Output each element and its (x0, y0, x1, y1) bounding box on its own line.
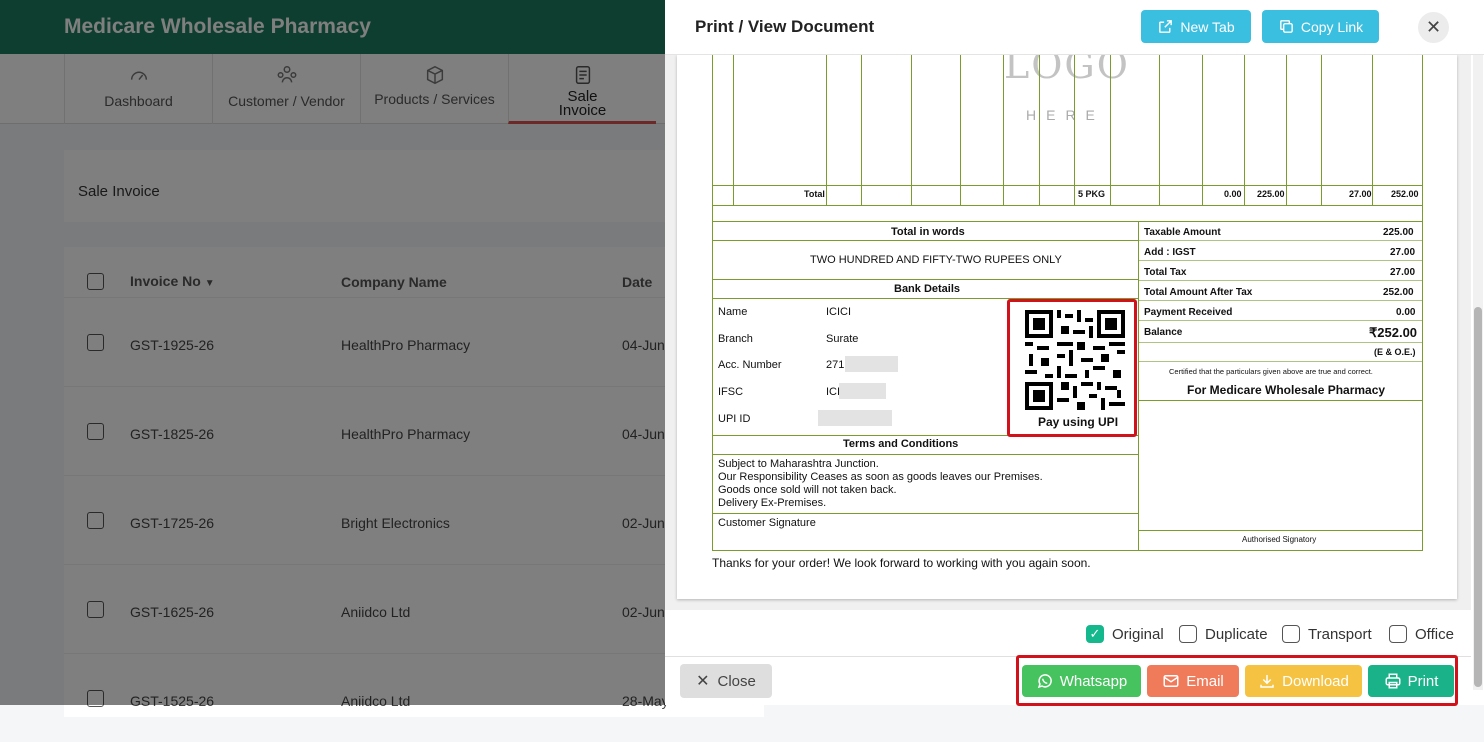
option-label: Transport (1308, 625, 1372, 643)
option-office[interactable]: Office (1389, 625, 1454, 643)
logo-placeholder: LOGO (1004, 55, 1130, 87)
ifsc-label: IFSC (718, 386, 744, 398)
terms-line: Goods once sold will not taken back. (718, 484, 897, 496)
words-title: Total in words (891, 226, 965, 238)
close-label: Close (717, 672, 756, 690)
checkbox-checked-icon[interactable]: ✓ (1086, 625, 1104, 643)
bank-name: ICICI (826, 306, 852, 318)
summary-label: Taxable Amount (1144, 227, 1221, 238)
option-label: Office (1415, 625, 1454, 643)
summary-label: Total Amount After Tax (1144, 287, 1253, 298)
copy-link-label: Copy Link (1300, 18, 1364, 35)
customer-signature: Customer Signature (718, 517, 816, 529)
option-label: Original (1112, 625, 1164, 643)
terms-line: Subject to Maharashtra Junction. (718, 458, 879, 470)
close-icon: ✕ (696, 673, 710, 690)
account-value: 271 (826, 359, 845, 371)
redacted-upi (818, 410, 892, 426)
thanks-note: Thanks for your order! We look forward t… (712, 556, 1091, 570)
balance-value: ₹252.00 (1369, 325, 1418, 340)
eoe-note: (E & O.E.) (1374, 347, 1416, 357)
summary-value: 0.00 (1396, 307, 1416, 318)
email-label: Email (1186, 672, 1224, 690)
option-label: Duplicate (1205, 625, 1268, 643)
bank-title: Bank Details (894, 283, 961, 295)
whatsapp-icon (1037, 674, 1052, 689)
new-tab-label: New Tab (1180, 18, 1235, 35)
total-amount: 252.00 (1391, 189, 1419, 199)
branch-label: Branch (718, 333, 753, 345)
summary-value: 27.00 (1390, 247, 1416, 258)
total-tax: 27.00 (1349, 189, 1372, 199)
option-original[interactable]: ✓ Original (1086, 625, 1164, 643)
modal-backdrop[interactable] (0, 0, 665, 705)
summary-label: Total Tax (1144, 267, 1187, 278)
close-button[interactable]: ✕ Close (680, 664, 772, 698)
logo-placeholder-sub: HERE (1026, 107, 1105, 123)
summary-value: 225.00 (1383, 227, 1414, 238)
download-icon (1260, 675, 1274, 688)
total-discount: 0.00 (1224, 189, 1242, 199)
copy-type-options: ✓ Original Duplicate Transport Office (665, 610, 1471, 657)
email-button[interactable]: Email (1147, 665, 1239, 697)
copy-icon (1279, 20, 1293, 33)
modal-header: Print / View Document New Tab Copy Link … (665, 0, 1484, 55)
modal-scrollbar[interactable] (1473, 55, 1483, 690)
total-qty: 5 PKG (1078, 189, 1106, 199)
close-icon[interactable]: ✕ (1418, 12, 1449, 43)
print-label: Print (1407, 672, 1439, 690)
bank-name-label: Name (718, 306, 748, 318)
new-tab-button[interactable]: New Tab (1141, 10, 1251, 43)
total-taxable: 225.00 (1257, 189, 1285, 199)
redacted-ifsc (839, 383, 886, 399)
printer-icon (1385, 673, 1401, 689)
account-label: Acc. Number (718, 359, 782, 371)
option-duplicate[interactable]: Duplicate (1179, 625, 1268, 643)
external-link-icon (1159, 20, 1173, 33)
print-view-modal: Print / View Document New Tab Copy Link … (665, 0, 1484, 706)
invoice-document: LOGO HERE Total 5 PKG 0.00 225.00 27.00 … (677, 55, 1457, 599)
branch-value: Surate (826, 333, 859, 345)
certified-text: Certified that the particulars given abo… (1169, 367, 1373, 376)
terms-title: Terms and Conditions (843, 438, 959, 450)
copy-link-button[interactable]: Copy Link (1262, 10, 1379, 43)
redacted-account (845, 356, 898, 372)
ifsc-value: ICI (826, 386, 841, 398)
print-button[interactable]: Print (1368, 665, 1454, 697)
summary-label: Add : IGST (1144, 247, 1196, 258)
for-company: For Medicare Wholesale Pharmacy (1187, 383, 1386, 397)
total-label: Total (804, 189, 825, 199)
checkbox-unchecked[interactable] (1282, 625, 1300, 643)
summary-value: 252.00 (1383, 287, 1414, 298)
terms-line: Our Responsibility Ceases as soon as goo… (718, 471, 1043, 483)
summary-label: Payment Received (1144, 307, 1233, 318)
upi-label: UPI ID (718, 413, 751, 425)
download-button[interactable]: Download (1245, 665, 1362, 697)
whatsapp-button[interactable]: Whatsapp (1022, 665, 1141, 697)
authorised-signatory: Authorised Signatory (1242, 535, 1317, 544)
checkbox-unchecked[interactable] (1179, 625, 1197, 643)
whatsapp-label: Whatsapp (1059, 672, 1128, 690)
terms-line: Delivery Ex-Premises. (718, 497, 827, 509)
checkbox-unchecked[interactable] (1389, 625, 1407, 643)
document-preview[interactable]: LOGO HERE Total 5 PKG 0.00 225.00 27.00 … (665, 55, 1471, 610)
modal-title: Print / View Document (695, 17, 875, 36)
scrollbar-thumb[interactable] (1474, 307, 1482, 687)
mail-icon (1163, 675, 1179, 687)
qr-highlight (1007, 299, 1137, 437)
summary-label: Balance (1144, 327, 1183, 338)
option-transport[interactable]: Transport (1282, 625, 1372, 643)
download-label: Download (1282, 672, 1349, 690)
amount-in-words: TWO HUNDRED AND FIFTY-TWO RUPEES ONLY (810, 254, 1062, 266)
summary-value: 27.00 (1390, 267, 1416, 278)
